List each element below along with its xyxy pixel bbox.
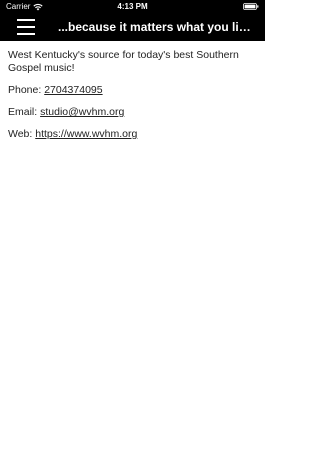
- email-row: Email: studio@wvhm.org: [8, 106, 255, 119]
- station-description: West Kentucky's source for today's best …: [8, 49, 239, 74]
- phone-link[interactable]: 2704374095: [44, 84, 102, 96]
- phone-label: Phone:: [8, 84, 45, 96]
- status-time: 4:13 PM: [117, 2, 148, 11]
- nav-title: ...because it matters what you liste...: [58, 20, 255, 34]
- content-area: West Kentucky's source for today's best …: [8, 49, 255, 150]
- menu-line: [17, 33, 35, 35]
- menu-line: [17, 19, 35, 21]
- battery-icon: [243, 3, 259, 10]
- menu-line: [17, 26, 35, 28]
- navigation-bar: ...because it matters what you liste...: [0, 13, 265, 41]
- status-bar: Carrier 4:13 PM: [0, 0, 265, 13]
- web-link[interactable]: https://www.wvhm.org: [35, 128, 137, 140]
- phone-row: Phone: 2704374095: [8, 84, 255, 97]
- web-row: Web: https://www.wvhm.org: [8, 128, 255, 141]
- email-link[interactable]: studio@wvhm.org: [40, 106, 124, 118]
- hamburger-menu-icon[interactable]: [12, 15, 38, 39]
- web-label: Web:: [8, 128, 36, 140]
- app-screen: Carrier 4:13 PM ...because it matters wh…: [0, 0, 265, 471]
- email-label: Email:: [8, 106, 41, 118]
